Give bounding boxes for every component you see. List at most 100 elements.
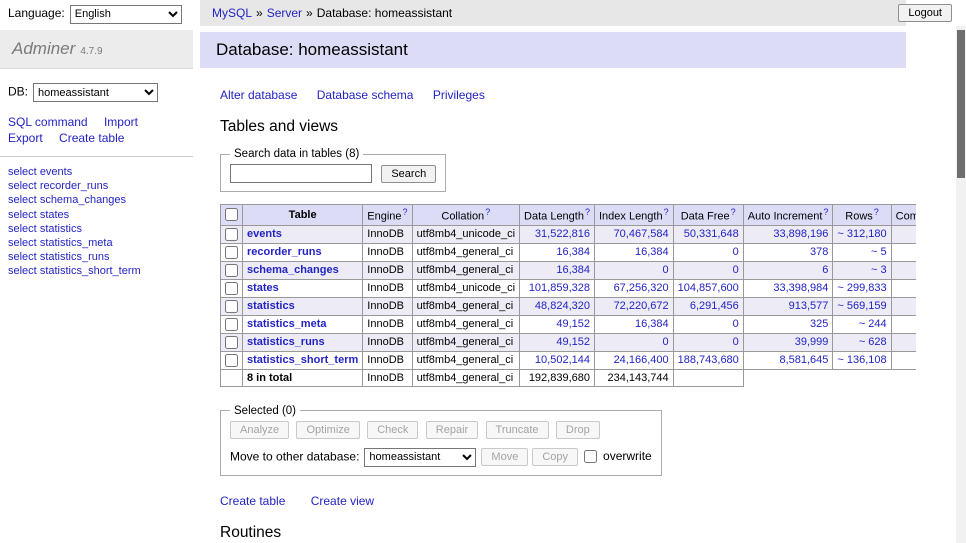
select-statistics-link[interactable]: select (8, 223, 37, 235)
auto-increment-link[interactable]: 33,898,196 (773, 228, 828, 240)
select-schema-changes-link[interactable]: select (8, 194, 37, 206)
auto-increment-link[interactable]: 325 (810, 318, 828, 330)
table-statistics-meta-link[interactable]: statistics_meta (40, 237, 113, 249)
row-checkbox[interactable] (225, 264, 238, 277)
table-name-link[interactable]: statistics (247, 300, 295, 312)
help-icon[interactable]: ? (585, 207, 590, 217)
rows-count-link[interactable]: ~ 244 (859, 318, 887, 330)
overwrite-checkbox[interactable] (584, 450, 597, 463)
data-free-link[interactable]: 0 (733, 318, 739, 330)
select-states-link[interactable]: select (8, 209, 37, 221)
rows-count-link[interactable]: ~ 299,833 (837, 282, 886, 294)
auto-increment-link[interactable]: 8,581,645 (779, 354, 828, 366)
table-name-link[interactable]: schema_changes (247, 264, 339, 276)
import-link[interactable]: Import (104, 115, 138, 129)
database-schema-link[interactable]: Database schema (317, 88, 414, 102)
check-button[interactable]: Check (367, 421, 418, 439)
rows-count-link[interactable]: ~ 569,159 (837, 300, 886, 312)
auto-increment-link[interactable]: 6 (822, 264, 828, 276)
row-checkbox[interactable] (225, 354, 238, 367)
auto-increment-link[interactable]: 33,398,984 (773, 282, 828, 294)
table-statistics-short-term-link[interactable]: statistics_short_term (40, 265, 141, 277)
rows-count-link[interactable]: ~ 136,108 (837, 354, 886, 366)
move-db-select[interactable]: homeassistant (364, 448, 476, 467)
data-free-link[interactable]: 0 (733, 246, 739, 258)
truncate-button[interactable]: Truncate (486, 421, 549, 439)
rows-count-link[interactable]: ~ 312,180 (837, 228, 886, 240)
row-checkbox[interactable] (225, 246, 238, 259)
help-icon[interactable]: ? (874, 207, 879, 217)
overwrite-label[interactable]: overwrite (603, 449, 652, 463)
help-icon[interactable]: ? (823, 207, 828, 217)
breadcrumb-server-link[interactable]: Server (267, 6, 302, 20)
select-recorder-runs-link[interactable]: select (8, 180, 37, 192)
table-name-link[interactable]: statistics_meta (247, 318, 327, 330)
rows-count-link[interactable]: ~ 3 (871, 264, 887, 276)
sql-command-link[interactable]: SQL command (8, 115, 88, 129)
data-length-link[interactable]: 101,859,328 (529, 282, 590, 294)
select-statistics-short-term-link[interactable]: select (8, 265, 37, 277)
table-name-link[interactable]: statistics_short_term (247, 354, 358, 366)
create-view-link[interactable]: Create view (311, 494, 374, 508)
auto-increment-link[interactable]: 913,577 (789, 300, 829, 312)
index-length-link[interactable]: 16,384 (635, 318, 669, 330)
table-name-link[interactable]: states (247, 282, 279, 294)
rows-count-link[interactable]: ~ 628 (859, 336, 887, 348)
data-length-link[interactable]: 16,384 (556, 246, 590, 258)
privileges-link[interactable]: Privileges (433, 88, 485, 102)
data-length-link[interactable]: 48,824,320 (535, 300, 590, 312)
create-table-link-main[interactable]: Create table (220, 494, 285, 508)
language-select[interactable]: English (70, 5, 182, 24)
alter-database-link[interactable]: Alter database (220, 88, 297, 102)
select-statistics-runs-link[interactable]: select (8, 251, 37, 263)
search-button[interactable]: Search (381, 165, 436, 183)
copy-button[interactable]: Copy (532, 448, 578, 466)
select-all-checkbox[interactable] (225, 208, 238, 221)
table-name-link[interactable]: statistics_runs (247, 336, 325, 348)
table-events-link[interactable]: events (40, 166, 72, 178)
help-icon[interactable]: ? (403, 207, 408, 217)
index-length-link[interactable]: 70,467,584 (614, 228, 669, 240)
data-free-link[interactable]: 6,291,456 (690, 300, 739, 312)
data-free-link[interactable]: 104,857,600 (678, 282, 739, 294)
optimize-button[interactable]: Optimize (296, 421, 359, 439)
table-statistics-runs-link[interactable]: statistics_runs (40, 251, 110, 263)
table-name-link[interactable]: recorder_runs (247, 246, 322, 258)
help-icon[interactable]: ? (664, 207, 669, 217)
data-length-link[interactable]: 49,152 (556, 336, 590, 348)
index-length-link[interactable]: 24,166,400 (614, 354, 669, 366)
select-statistics-meta-link[interactable]: select (8, 237, 37, 249)
create-table-link[interactable]: Create table (59, 131, 124, 145)
logout-button[interactable]: Logout (898, 4, 952, 22)
rows-count-link[interactable]: ~ 5 (871, 246, 887, 258)
data-length-link[interactable]: 16,384 (556, 264, 590, 276)
row-checkbox[interactable] (225, 282, 238, 295)
table-schema-changes-link[interactable]: schema_changes (40, 194, 126, 206)
data-free-link[interactable]: 188,743,680 (678, 354, 739, 366)
breadcrumb-mysql-link[interactable]: MySQL (212, 6, 252, 20)
auto-increment-link[interactable]: 39,999 (795, 336, 829, 348)
analyze-button[interactable]: Analyze (230, 421, 289, 439)
data-free-link[interactable]: 50,331,648 (684, 228, 739, 240)
select-events-link[interactable]: select (8, 166, 37, 178)
auto-increment-link[interactable]: 378 (810, 246, 828, 258)
row-checkbox[interactable] (225, 300, 238, 313)
data-free-link[interactable]: 0 (733, 336, 739, 348)
help-icon[interactable]: ? (485, 207, 490, 217)
row-checkbox[interactable] (225, 228, 238, 241)
index-length-link[interactable]: 72,220,672 (614, 300, 669, 312)
table-states-link[interactable]: states (40, 209, 69, 221)
index-length-link[interactable]: 0 (663, 336, 669, 348)
table-name-link[interactable]: events (247, 228, 282, 240)
data-free-link[interactable]: 0 (733, 264, 739, 276)
index-length-link[interactable]: 0 (663, 264, 669, 276)
export-link[interactable]: Export (8, 131, 43, 145)
row-checkbox[interactable] (225, 318, 238, 331)
db-select[interactable]: homeassistant (33, 83, 158, 102)
help-icon[interactable]: ? (731, 207, 736, 217)
index-length-link[interactable]: 67,256,320 (614, 282, 669, 294)
app-name[interactable]: Adminer (12, 39, 75, 58)
data-length-link[interactable]: 10,502,144 (535, 354, 590, 366)
move-button[interactable]: Move (481, 448, 528, 466)
scrollbar-thumb[interactable] (957, 30, 965, 178)
